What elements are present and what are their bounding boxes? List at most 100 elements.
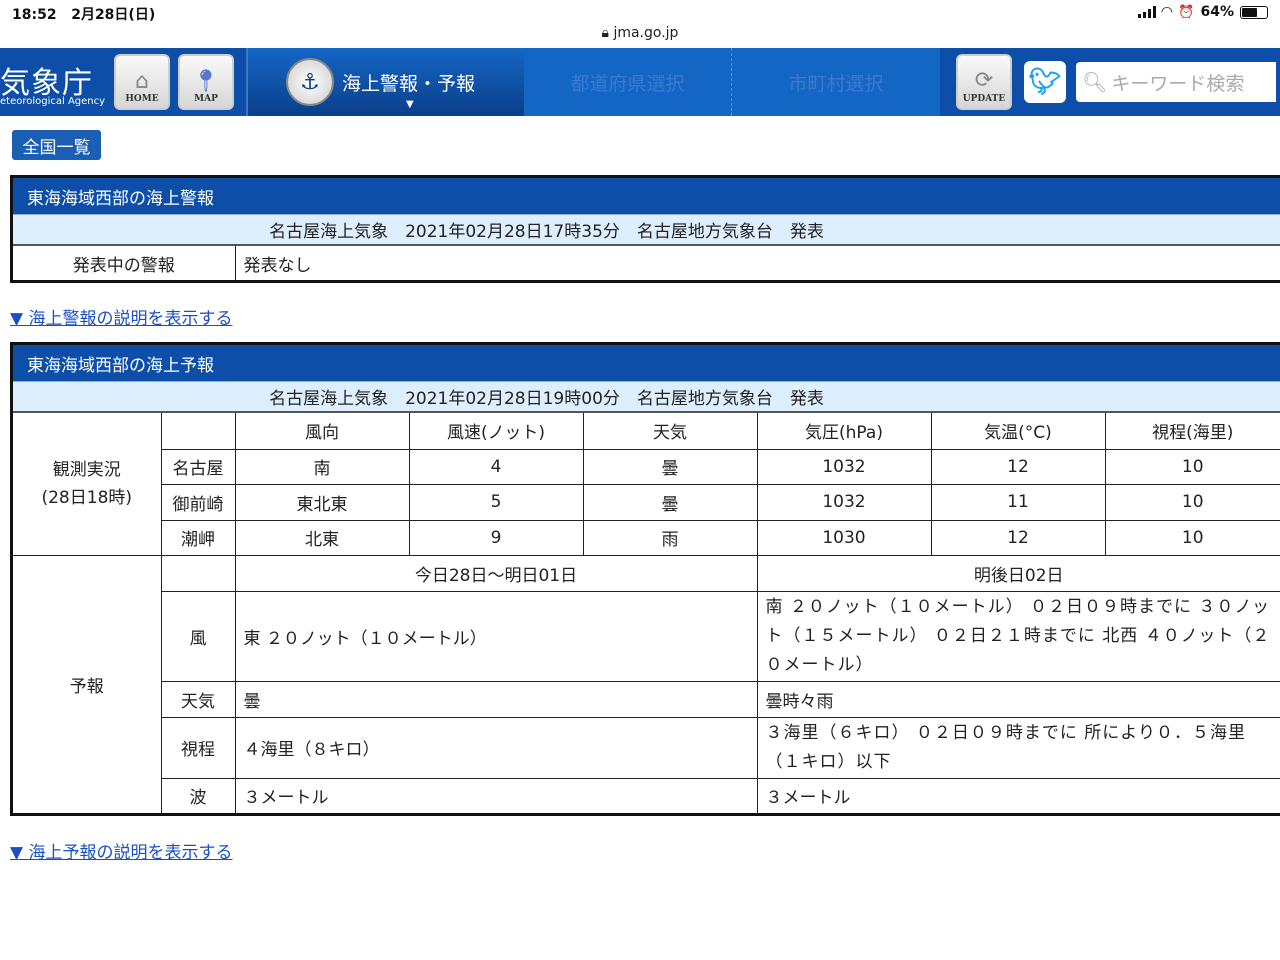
forecast-table: 観測実況 (28日18時) 風向 風速(ノット) 天気 気圧(hPa) 気温(°… <box>13 413 1280 813</box>
ship-icon: ⚓︎ <box>286 58 334 106</box>
table-row: 天気 曇 曇時々雨 <box>13 680 1280 718</box>
fc-weather-label: 天気 <box>160 680 236 718</box>
house-icon: ⌂ <box>135 69 149 94</box>
forecast-explain-link[interactable]: ▼ 海上予報の説明を表示する <box>10 838 232 863</box>
fc-vis-label: 視程 <box>160 716 236 779</box>
jma-logo[interactable]: 気象庁 eteorological Agency <box>0 48 110 116</box>
update-button[interactable]: ⟳ UPDATE <box>956 54 1012 110</box>
warning-value: 発表なし <box>234 246 1280 280</box>
table-row: 風 東 ２０ノット（１０メートル） 南 ２０ノット（１０メートル） ０２日０９時… <box>13 590 1280 682</box>
obs-header-dir: 風向 <box>234 413 410 450</box>
fc-header-row: 予報 今日28日〜明日01日 明後日02日 <box>13 554 1280 813</box>
obs-dir: 南 <box>234 448 410 485</box>
table-row: 名古屋 南 4 曇 1032 12 10 <box>13 448 1280 485</box>
marine-forecast-box: 東海海域西部の海上予報 名古屋海上気象 2021年02月28日19時00分 名古… <box>10 342 1280 816</box>
status-icons: ◠ ⏰ 64% <box>1137 4 1268 20</box>
obs-label-cell: 観測実況 (28日18時) <box>13 413 162 556</box>
obs-vis: 10 <box>1104 448 1280 485</box>
obs-time: (28日18時) <box>41 487 133 508</box>
site-header: 気象庁 eteorological Agency ⌂ HOME 📍︎ MAP ⚓… <box>0 48 1280 116</box>
obs-place: 御前崎 <box>160 483 236 521</box>
fc-period2: 明後日02日 <box>756 554 1280 592</box>
fc-corner <box>160 554 236 592</box>
logo-en: eteorological Agency <box>0 96 106 107</box>
obs-temp: 12 <box>930 519 1106 556</box>
obs-dir: 東北東 <box>234 483 410 521</box>
warning-label: 発表中の警報 <box>13 246 236 280</box>
search-placeholder: キーワード検索 <box>1111 72 1245 95</box>
fc-wave-p2: ３メートル <box>756 777 1280 813</box>
fc-label: 予報 <box>13 554 162 813</box>
map-pin-icon: 📍︎ <box>192 69 220 94</box>
warning-table: 発表中の警報 発表なし <box>13 246 1280 280</box>
obs-vis: 10 <box>1104 483 1280 521</box>
obs-weather: 曇 <box>582 483 758 521</box>
wifi-icon: ◠ <box>1161 4 1173 20</box>
obs-place: 潮岬 <box>160 519 236 556</box>
home-label: HOME <box>125 94 159 104</box>
fc-wave-label: 波 <box>160 777 236 813</box>
status-bar: 18:52 2月28日(日) ◠ ⏰ 64% 🔒︎ jma.go.jp <box>0 0 1280 48</box>
obs-temp: 12 <box>930 448 1106 485</box>
lock-icon: 🔒︎ <box>601 25 609 41</box>
obs-pressure: 1032 <box>756 448 932 485</box>
forecast-issued: 名古屋海上気象 2021年02月28日19時00分 名古屋地方気象台 発表 <box>13 381 1280 413</box>
fc-wind-label: 風 <box>160 590 236 682</box>
home-button[interactable]: ⌂ HOME <box>114 54 170 110</box>
nav-city-select[interactable]: 市町村選択 <box>732 48 940 116</box>
fc-wind-p1: 東 ２０ノット（１０メートル） <box>234 590 758 682</box>
fc-vis-p1: ４海里（８キロ） <box>234 716 758 779</box>
nav-marine-label: 海上警報・予報 <box>342 72 476 95</box>
warning-explain-link[interactable]: ▼ 海上警報の説明を表示する <box>10 304 232 329</box>
obs-header-weather: 天気 <box>582 413 758 450</box>
obs-header-temp: 気温(°C) <box>930 413 1106 450</box>
fc-wind-p2: 南 ２０ノット（１０メートル） ０２日０９時までに ３０ノット（１５メートル） … <box>756 590 1280 682</box>
fc-weather-p1: 曇 <box>234 680 758 718</box>
nav-prefecture-select[interactable]: 都道府県選択 <box>524 48 732 116</box>
obs-dir: 北東 <box>234 519 410 556</box>
table-row: 視程 ４海里（８キロ） ３海里（６キロ） ０２日０９時までに 所により０．５海里… <box>13 716 1280 779</box>
forecast-title: 東海海域西部の海上予報 <box>13 345 1280 381</box>
caret-down-icon: ▼ <box>406 99 414 110</box>
warning-title: 東海海域西部の海上警報 <box>13 178 1280 214</box>
signal-icon <box>1137 6 1156 18</box>
search-input[interactable]: 🔍︎ キーワード検索 <box>1076 62 1276 102</box>
obs-weather: 曇 <box>582 448 758 485</box>
table-row: 波 ３メートル ３メートル <box>13 777 1280 813</box>
obs-temp: 11 <box>930 483 1106 521</box>
obs-label: 観測実況 <box>52 459 121 480</box>
obs-place: 名古屋 <box>160 448 236 485</box>
refresh-icon: ⟳ <box>974 68 994 93</box>
obs-speed: 5 <box>408 483 584 521</box>
update-label: UPDATE <box>962 94 1006 104</box>
battery-percent: 64% <box>1200 4 1234 20</box>
alarm-icon: ⏰ <box>1178 4 1195 20</box>
map-button[interactable]: 📍︎ MAP <box>178 54 234 110</box>
obs-vis: 10 <box>1104 519 1280 556</box>
obs-weather: 雨 <box>582 519 758 556</box>
all-list-button[interactable]: 全国一覧 <box>12 130 101 160</box>
table-row: 潮岬 北東 9 雨 1030 12 10 <box>13 519 1280 556</box>
fc-wave-p1: ３メートル <box>234 777 758 813</box>
obs-corner <box>160 413 236 450</box>
twitter-button[interactable]: 🐦︎ <box>1024 61 1066 103</box>
search-icon: 🔍︎ <box>1082 70 1108 94</box>
url-bar[interactable]: 🔒︎ jma.go.jp <box>0 25 1280 41</box>
marine-warning-box: 東海海域西部の海上警報 名古屋海上気象 2021年02月28日17時35分 名古… <box>10 175 1280 283</box>
obs-pressure: 1032 <box>756 483 932 521</box>
obs-pressure: 1030 <box>756 519 932 556</box>
obs-header-vis: 視程(海里) <box>1104 413 1280 450</box>
url-text: jma.go.jp <box>613 25 679 41</box>
map-label: MAP <box>194 94 218 104</box>
obs-header-pressure: 気圧(hPa) <box>756 413 932 450</box>
fc-period1: 今日28日〜明日01日 <box>234 554 758 592</box>
nav-marine-warning[interactable]: ⚓︎ 海上警報・予報 ▼ <box>248 48 524 116</box>
status-time-date: 18:52 2月28日(日) <box>12 7 156 23</box>
twitter-icon: 🐦︎ <box>1028 67 1062 97</box>
obs-header-speed: 風速(ノット) <box>408 413 584 450</box>
warning-issued: 名古屋海上気象 2021年02月28日17時35分 名古屋地方気象台 発表 <box>13 214 1280 246</box>
fc-weather-p2: 曇時々雨 <box>756 680 1280 718</box>
battery-icon <box>1240 5 1268 19</box>
obs-speed: 4 <box>408 448 584 485</box>
obs-header-row: 観測実況 (28日18時) 風向 風速(ノット) 天気 気圧(hPa) 気温(°… <box>13 413 1280 556</box>
